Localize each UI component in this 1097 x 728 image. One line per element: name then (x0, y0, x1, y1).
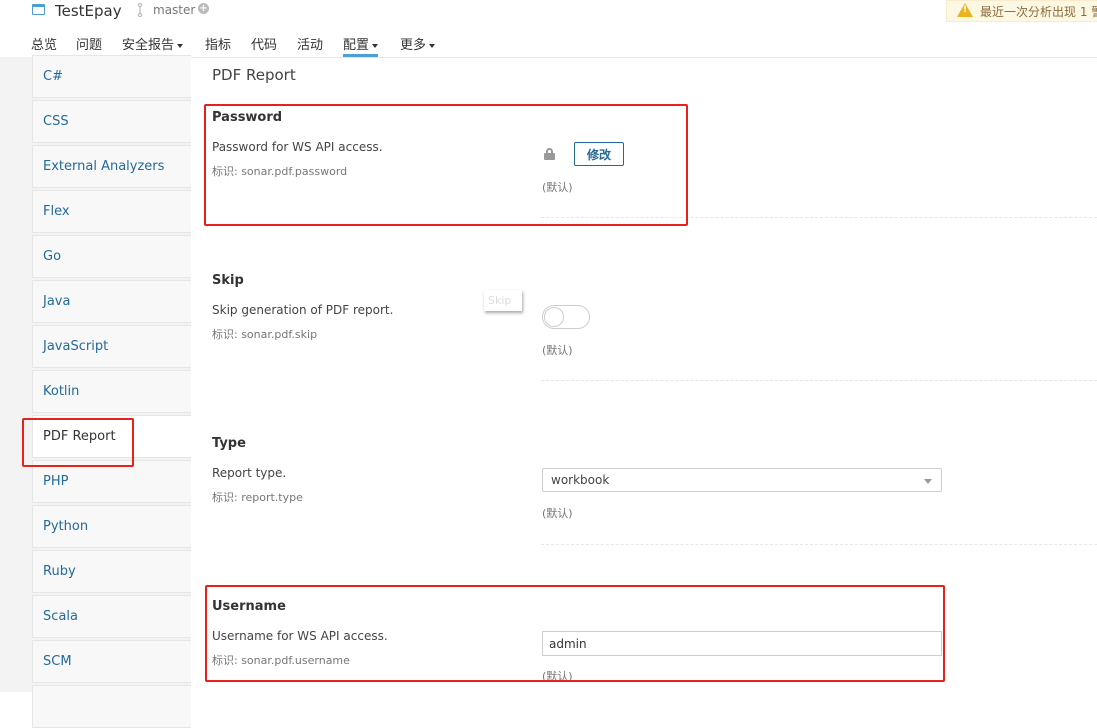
analysis-warning-alert[interactable]: 最近一次分析出现 1 警告 (946, 0, 1097, 22)
nav-measures[interactable]: 指标 (205, 34, 231, 56)
default-label-password: (默认) (542, 181, 573, 194)
sidebar-item-ruby[interactable]: Ruby (32, 550, 191, 593)
setting-title-password: Password (212, 110, 283, 125)
skip-toggle[interactable] (542, 305, 590, 329)
setting-description-username: Username for WS API access. (212, 629, 388, 643)
lock-icon (544, 148, 555, 160)
sidebar-item-flex[interactable]: Flex (32, 190, 191, 233)
sidebar-item-javascript[interactable]: JavaScript (32, 325, 191, 368)
chevron-down-icon (924, 479, 932, 484)
nav-security-reports-label: 安全报告 (122, 38, 175, 53)
setting-title-type: Type (212, 436, 246, 451)
skip-tooltip: Skip (484, 290, 522, 311)
sidebar-item-python[interactable]: Python (32, 505, 191, 548)
page-title: PDF Report (212, 66, 296, 84)
default-label-skip: (默认) (542, 344, 573, 357)
nav-more[interactable]: 更多 (400, 34, 436, 56)
sidebar-item-go[interactable]: Go (32, 235, 191, 278)
setting-divider (541, 380, 1097, 381)
project-icon (32, 4, 45, 15)
default-label-username: (默认) (542, 670, 573, 683)
setting-key-skip: 标识: sonar.pdf.skip (212, 328, 318, 341)
sidebar-item-kotlin[interactable]: Kotlin (32, 370, 191, 413)
branch-icon (136, 2, 144, 18)
sidebar-item-java[interactable]: Java (32, 280, 191, 323)
setting-description-password: Password for WS API access. (212, 140, 383, 154)
chevron-down-icon (429, 43, 436, 48)
toggle-knob (544, 307, 564, 327)
nav-administration[interactable]: 配置 (343, 34, 379, 57)
setting-description-type: Report type. (212, 466, 287, 480)
top-bar: TestEpay master + 最近一次分析出现 1 警告 总览 问题 安全… (0, 0, 1097, 58)
project-name[interactable]: TestEpay (55, 2, 122, 20)
nav-code[interactable]: 代码 (251, 34, 277, 56)
nav-activity[interactable]: 活动 (297, 34, 323, 56)
nav-overview[interactable]: 总览 (31, 34, 57, 56)
alert-text: 最近一次分析出现 1 警告 (980, 5, 1097, 19)
sidebar-item-scala[interactable]: Scala (32, 595, 191, 638)
branch-name[interactable]: master (153, 3, 195, 17)
chevron-down-icon (177, 43, 184, 48)
report-type-value: workbook (551, 473, 610, 487)
report-type-select[interactable]: workbook (542, 468, 942, 492)
nav-security-reports[interactable]: 安全报告 (122, 34, 184, 56)
sidebar-item-php[interactable]: PHP (32, 460, 191, 503)
add-branch-icon[interactable]: + (198, 3, 209, 14)
setting-description-skip: Skip generation of PDF report. (212, 303, 394, 317)
setting-key-type: 标识: report.type (212, 491, 303, 504)
nav-issues[interactable]: 问题 (76, 34, 102, 56)
sidebar-item-css[interactable]: CSS (32, 100, 191, 143)
sidebar-item-pdf-report[interactable]: PDF Report (32, 415, 191, 458)
setting-divider (541, 544, 1097, 545)
setting-key-username: 标识: sonar.pdf.username (212, 654, 350, 667)
nav-administration-label: 配置 (343, 38, 370, 53)
default-label-type: (默认) (542, 507, 573, 520)
setting-divider (541, 217, 1097, 218)
setting-title-skip: Skip (212, 273, 244, 288)
sidebar-item-csharp[interactable]: C# (32, 55, 191, 98)
nav-more-label: 更多 (400, 38, 427, 53)
change-password-button[interactable]: 修改 (574, 142, 624, 166)
sidebar-item-next[interactable] (32, 685, 191, 728)
setting-key-password: 标识: sonar.pdf.password (212, 165, 348, 178)
setting-title-username: Username (212, 599, 286, 614)
sidebar-item-scm[interactable]: SCM (32, 640, 191, 683)
sidebar-item-external-analyzers[interactable]: External Analyzers (32, 145, 191, 188)
warning-icon (957, 3, 973, 17)
chevron-down-icon (372, 43, 379, 48)
username-input[interactable] (542, 631, 942, 656)
